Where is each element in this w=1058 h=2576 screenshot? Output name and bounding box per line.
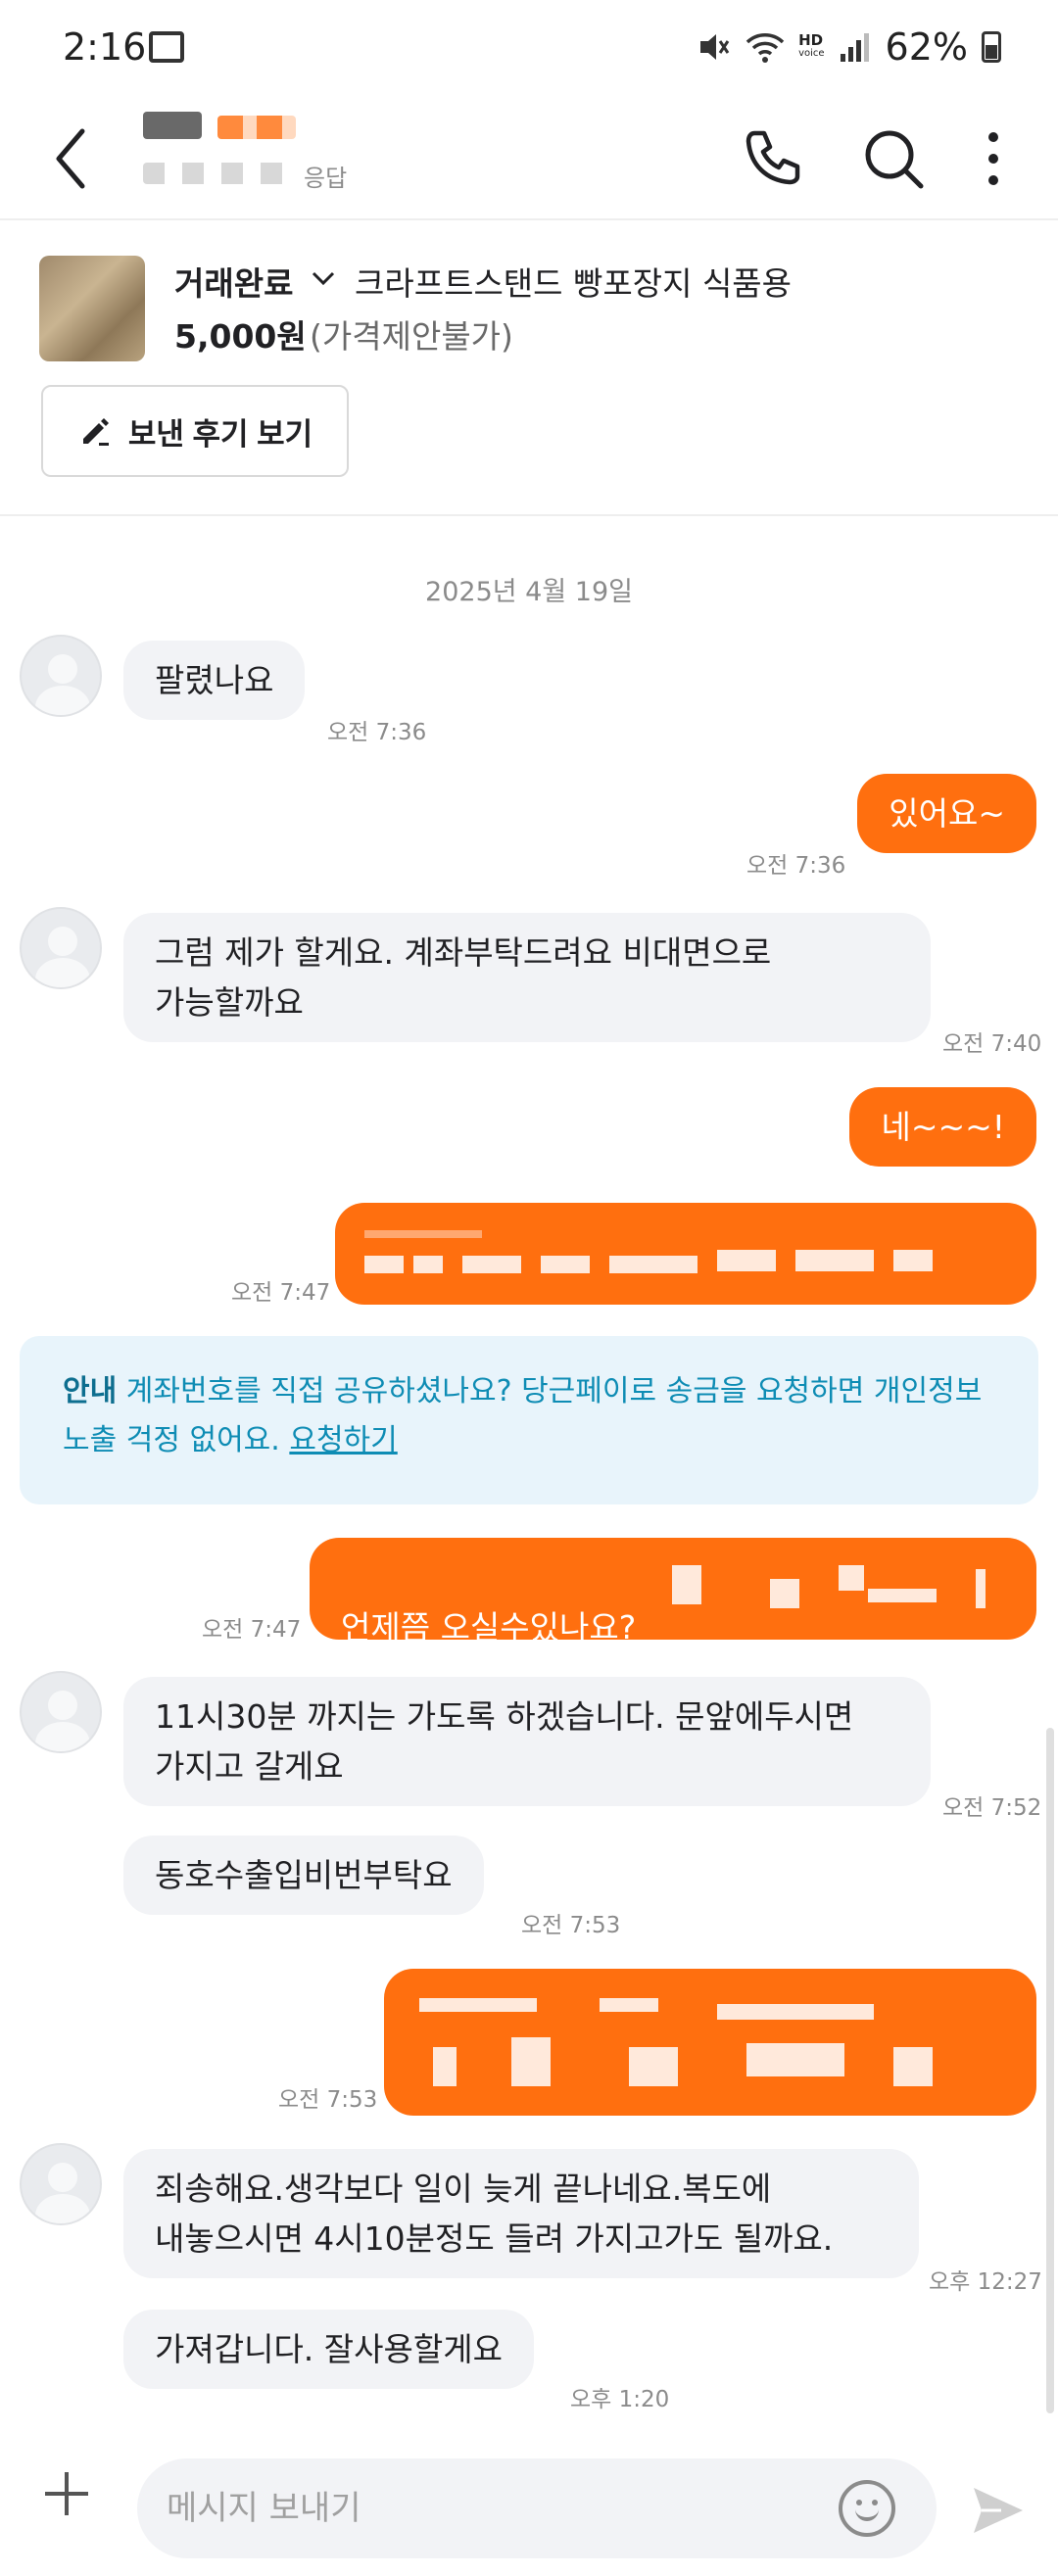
notice-text: 계좌번호를 직접 공유하셨나요? 당근페이로 송금을 요청하면 개인정보 노출 … [63,1374,983,1457]
hd-text: HD [798,31,824,49]
battery-percent: 62% [885,25,968,69]
request-payment-link[interactable]: 요청하기 [289,1423,397,1457]
redacted-username [143,112,202,139]
redacted-subtitle [143,163,300,184]
message-time: 오전 7:47 [202,1617,302,1643]
status-bar: 2:16 HD voice 62% [0,0,1058,98]
wifi-icon [745,33,785,63]
status-time: 2:16 [63,25,147,69]
notice-label: 안내 [63,1374,118,1408]
send-icon[interactable] [970,2484,1027,2537]
view-review-label: 보낸 후기 보기 [127,416,313,452]
battery-icon [982,31,1001,63]
trade-status[interactable]: 거래완료 [174,258,293,305]
scrollbar[interactable] [1046,1728,1054,2413]
message-input[interactable] [137,2458,937,2558]
message-time: 오전 7:53 [278,2087,378,2113]
avatar[interactable] [20,635,102,717]
message-bubble-incoming[interactable]: 가져갑니다. 잘사용할게요 [123,2310,534,2389]
phone-icon[interactable] [733,119,811,198]
message-text: 언제쯤 오실수있나요? [341,1608,637,1646]
message-time: 오전 7:47 [231,1280,331,1306]
message-time: 오전 7:36 [327,720,427,745]
product-title: 크라프트스탠드 빵포장지 식품용 [355,264,793,303]
redacted-content [672,1559,1005,1618]
message-time: 오후 12:27 [929,2269,1042,2295]
response-time-label: 응답 [304,165,348,192]
message-bubble-outgoing[interactable]: -다 [335,1203,1036,1361]
message-time: 오전 7:36 [746,853,846,879]
avatar[interactable] [20,907,102,989]
voice-text: voice [798,48,825,59]
date-divider: 2025년 4월 19일 [425,577,633,607]
message-time: 오전 7:52 [942,1795,1042,1821]
more-options-icon[interactable] [964,119,1023,198]
message-bubble-outgoing[interactable]: 네~~~! [849,1087,1036,1167]
chat-header: 응답 [0,98,1058,220]
avatar[interactable] [20,2143,102,2225]
message-bubble-incoming[interactable]: 죄송해요.생각보다 일이 늦게 끝나네요.복도에 내놓으시면 4시10분정도 들… [123,2149,919,2278]
message-time: 오전 7:53 [521,1913,621,1938]
message-bubble-outgoing[interactable]: 언제쯤 오실수있나요? [310,1538,1036,1646]
message-bubble-incoming[interactable]: 그럼 제가 할게요. 계좌부탁드려요 비대면으로 가능할까요 [123,913,931,1042]
redacted-content [384,1969,1036,2116]
plus-icon[interactable] [45,2472,88,2515]
product-card[interactable]: 거래완료 크라프트스탠드 빵포장지 식품용 5,000원 (가격제안불가) 보낸… [0,222,1058,516]
message-input-bar [0,2437,1058,2576]
emoji-icon[interactable] [839,2480,895,2537]
redacted-account-number [364,1230,952,1279]
message-bubble-incoming[interactable]: 동호수출입비번부탁요 [123,1836,484,1915]
hd-voice-label: HD voice [798,33,824,61]
view-review-button[interactable]: 보낸 후기 보기 [41,385,349,477]
message-bubble-incoming[interactable]: 팔렸나요 [123,641,306,720]
redacted-temperature [217,116,296,139]
message-time: 오후 1:20 [570,2387,670,2412]
message-bubble-incoming[interactable]: 11시30분 까지는 가도록 하겠습니다. 문앞에두시면 가지고 갈게요 [123,1677,931,1806]
pencil-icon [82,418,109,446]
chevron-down-icon[interactable] [310,267,337,291]
mute-icon [700,34,730,60]
avatar[interactable] [20,1671,102,1753]
message-bubble-outgoing[interactable]: 있어요~ [857,774,1036,853]
product-price: 5,000원 [174,317,307,356]
gallery-notification-icon [149,31,184,63]
price-note: (가격제안불가) [310,317,513,356]
search-icon[interactable] [854,119,933,198]
status-right: HD voice 62% [697,25,1001,69]
product-thumbnail[interactable] [39,256,145,361]
signal-icon [840,33,869,62]
message-time: 오전 7:40 [942,1031,1042,1057]
safety-notice: 안내 계좌번호를 직접 공유하셨나요? 당근페이로 송금을 요청하면 개인정보 … [20,1336,1038,1504]
back-arrow-icon[interactable] [47,119,96,198]
